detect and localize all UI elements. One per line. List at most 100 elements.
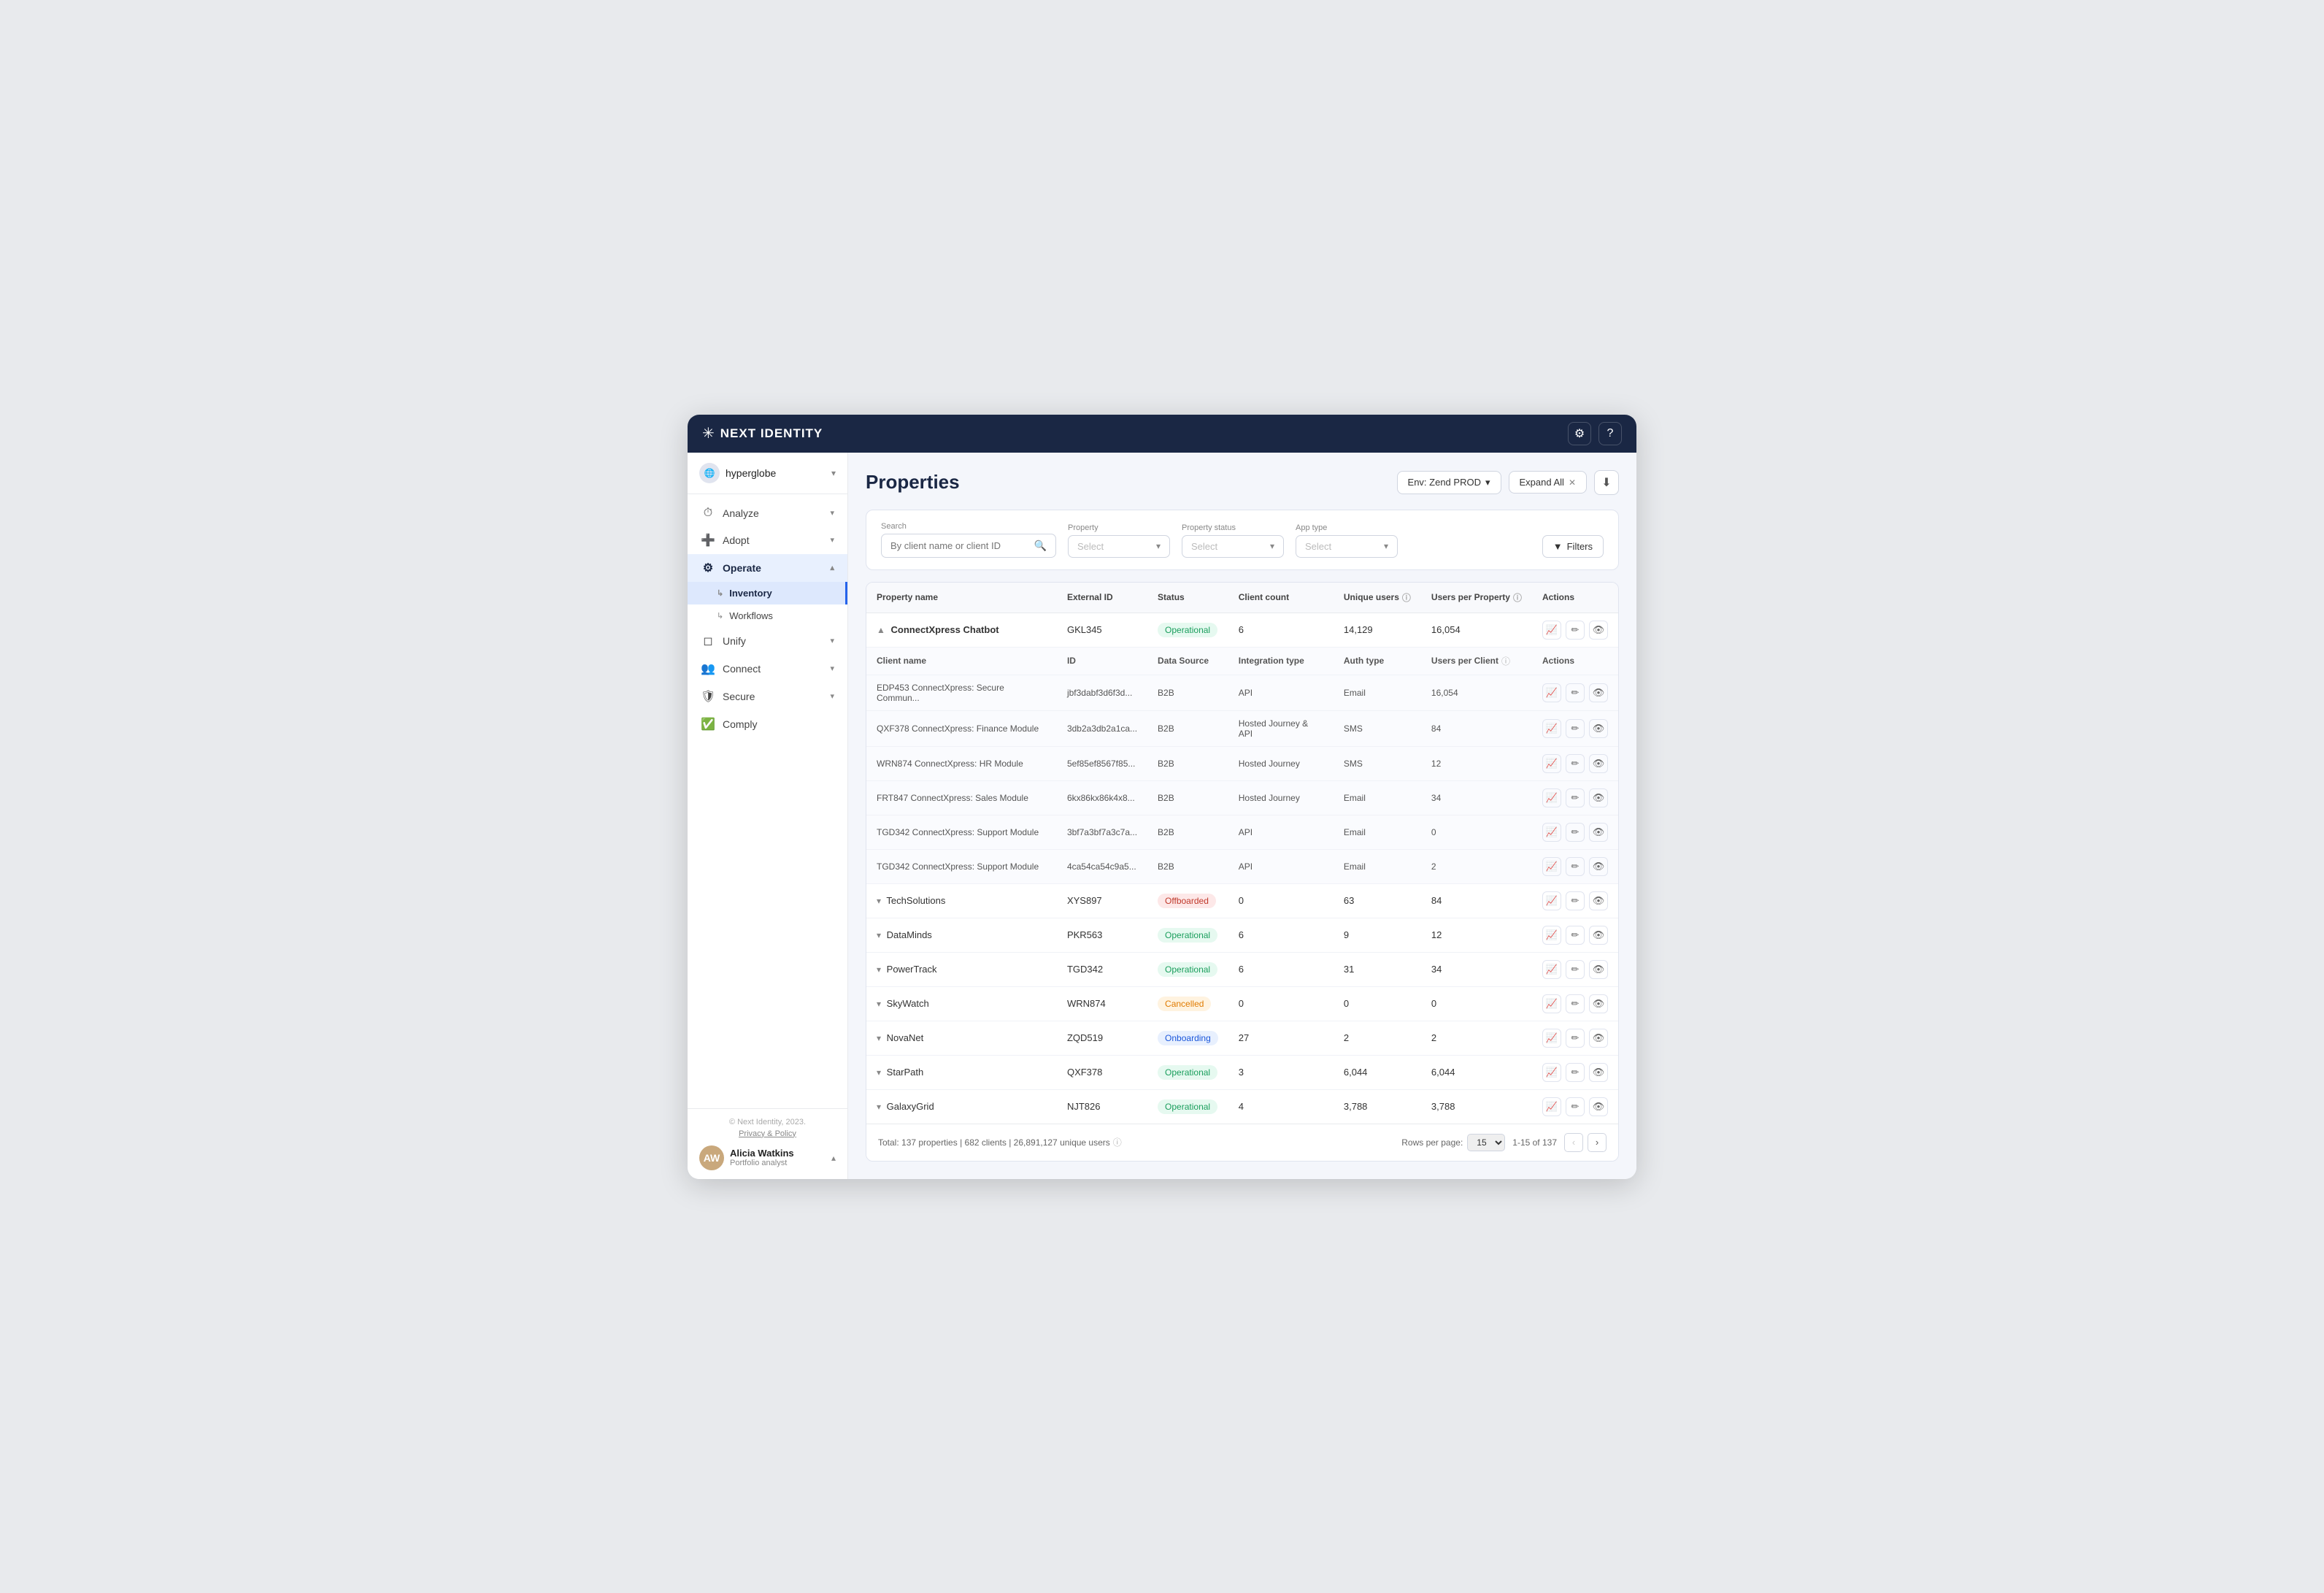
sidebar-item-connect[interactable]: 👥 Connect ▾ [688, 655, 847, 683]
expand-icon[interactable]: ▾ [877, 964, 881, 975]
chart-action-icon[interactable]: 📈 [1542, 754, 1561, 773]
property-name-cell: ▾ PowerTrack [866, 952, 1057, 986]
totals-info-icon[interactable]: ⓘ [1113, 1136, 1122, 1148]
sidebar-item-comply[interactable]: ✅ Comply [688, 710, 847, 738]
expand-all-button[interactable]: Expand All ✕ [1509, 471, 1588, 494]
sidebar-item-workflows[interactable]: ↳ Workflows [688, 604, 847, 627]
integration-type-cell: API [1228, 675, 1334, 710]
collapse-icon[interactable]: ▲ [877, 625, 885, 635]
edit-action-icon[interactable]: ✏ [1566, 857, 1585, 876]
sub-arrow-icon: ↳ [717, 611, 723, 621]
search-input[interactable] [890, 540, 1028, 551]
edit-action-icon[interactable]: ✏ [1566, 1063, 1585, 1082]
property-name-cell: ▲ ConnectXpress Chatbot [866, 613, 1057, 647]
view-action-icon[interactable]: 👁 [1589, 823, 1608, 842]
expand-icon[interactable]: ▾ [877, 896, 881, 906]
chart-action-icon[interactable]: 📈 [1542, 891, 1561, 910]
chart-action-icon[interactable]: 📈 [1542, 1029, 1561, 1048]
edit-action-icon[interactable]: ✏ [1566, 926, 1585, 945]
chart-action-icon[interactable]: 📈 [1542, 621, 1561, 640]
privacy-link[interactable]: Privacy & Policy [699, 1129, 836, 1138]
edit-action-icon[interactable]: ✏ [1566, 788, 1585, 807]
edit-action-icon[interactable]: ✏ [1566, 719, 1585, 738]
filters-bar: Search 🔍 Property Select ▾ [866, 510, 1619, 570]
sub-header-row: Client name ID Data Source Integration t… [866, 647, 1618, 675]
unique-users-info-icon[interactable]: ⓘ [1402, 591, 1411, 604]
expand-icon[interactable]: ▾ [877, 1033, 881, 1043]
users-per-property-info-icon[interactable]: ⓘ [1513, 591, 1522, 604]
search-input-wrap[interactable]: 🔍 [881, 534, 1056, 558]
sidebar-item-inventory[interactable]: ↳ Inventory [688, 582, 847, 604]
expand-icon[interactable]: ▾ [877, 930, 881, 940]
expand-icon[interactable]: ▾ [877, 999, 881, 1009]
titlebar-icons: ⚙ ? [1568, 422, 1622, 445]
chart-action-icon[interactable]: 📈 [1542, 1063, 1561, 1082]
chart-action-icon[interactable]: 📈 [1542, 1097, 1561, 1116]
prev-page-button[interactable]: ‹ [1564, 1133, 1583, 1152]
property-name-cell: ▾ SkyWatch [866, 986, 1057, 1021]
edit-action-icon[interactable]: ✏ [1566, 994, 1585, 1013]
expand-icon[interactable]: ▾ [877, 1067, 881, 1078]
chart-action-icon[interactable]: 📈 [1542, 823, 1561, 842]
sidebar-item-operate[interactable]: ⚙ Operate ▴ [688, 554, 847, 582]
settings-button[interactable]: ⚙ [1568, 422, 1591, 445]
sidebar-item-adopt[interactable]: ➕ Adopt ▾ [688, 526, 847, 554]
th-users-per-property: Users per Property ⓘ [1421, 583, 1532, 613]
edit-action-icon[interactable]: ✏ [1566, 1097, 1585, 1116]
help-button[interactable]: ? [1598, 422, 1622, 445]
chart-action-icon[interactable]: 📈 [1542, 788, 1561, 807]
connect-icon: 👥 [701, 661, 715, 676]
sidebar-item-analyze[interactable]: ⏱ Analyze ▾ [688, 500, 847, 526]
view-action-icon[interactable]: 👁 [1589, 754, 1608, 773]
edit-action-icon[interactable]: ✏ [1566, 621, 1585, 640]
list-item: QXF378 ConnectXpress: Finance Module 3db… [866, 710, 1618, 746]
edit-action-icon[interactable]: ✏ [1566, 683, 1585, 702]
sidebar-item-secure[interactable]: 🛡 Secure ▾ [688, 683, 847, 710]
status-badge: Operational [1158, 1065, 1217, 1080]
expand-icon[interactable]: ▾ [877, 1102, 881, 1112]
edit-action-icon[interactable]: ✏ [1566, 823, 1585, 842]
view-action-icon[interactable]: 👁 [1589, 719, 1608, 738]
chart-action-icon[interactable]: 📈 [1542, 719, 1561, 738]
external-id-cell: GKL345 [1057, 613, 1147, 647]
view-action-icon[interactable]: 👁 [1589, 621, 1608, 640]
download-button[interactable]: ⬇ [1594, 470, 1619, 495]
org-selector[interactable]: 🌐 hyperglobe ▾ [688, 453, 847, 494]
view-action-icon[interactable]: 👁 [1589, 960, 1608, 979]
view-action-icon[interactable]: 👁 [1589, 926, 1608, 945]
chart-action-icon[interactable]: 📈 [1542, 926, 1561, 945]
chart-action-icon[interactable]: 📈 [1542, 683, 1561, 702]
view-action-icon[interactable]: 👁 [1589, 1097, 1608, 1116]
org-name: hyperglobe [726, 467, 826, 479]
app-type-select[interactable]: Select ▾ [1296, 535, 1398, 558]
edit-action-icon[interactable]: ✏ [1566, 960, 1585, 979]
user-profile[interactable]: AW Alicia Watkins Portfolio analyst ▴ [699, 1145, 836, 1170]
chart-action-icon[interactable]: 📈 [1542, 994, 1561, 1013]
next-page-button[interactable]: › [1588, 1133, 1607, 1152]
totals-text: Total: 137 properties | 682 clients | 26… [878, 1137, 1110, 1148]
client-id-cell: 3bf7a3bf7a3c7a... [1057, 815, 1147, 849]
edit-action-icon[interactable]: ✏ [1566, 1029, 1585, 1048]
env-button[interactable]: Env: Zend PROD ▾ [1397, 471, 1501, 494]
view-action-icon[interactable]: 👁 [1589, 1063, 1608, 1082]
view-action-icon[interactable]: 👁 [1589, 683, 1608, 702]
table-row: ▾ TechSolutions XYS897 Offboarded 0 63 8… [866, 883, 1618, 918]
chart-action-icon[interactable]: 📈 [1542, 857, 1561, 876]
property-select[interactable]: Select ▾ [1068, 535, 1170, 558]
rows-per-page-select[interactable]: 15 25 50 [1467, 1134, 1505, 1151]
view-action-icon[interactable]: 👁 [1589, 1029, 1608, 1048]
users-per-client-info-icon[interactable]: ⓘ [1501, 655, 1510, 667]
view-action-icon[interactable]: 👁 [1589, 994, 1608, 1013]
edit-action-icon[interactable]: ✏ [1566, 891, 1585, 910]
view-action-icon[interactable]: 👁 [1589, 891, 1608, 910]
data-source-cell: B2B [1147, 746, 1228, 780]
client-id-cell: 5ef85ef8567f85... [1057, 746, 1147, 780]
more-filters-button[interactable]: ▼ Filters [1542, 535, 1604, 558]
sidebar-item-unify[interactable]: ◻ Unify ▾ [688, 627, 847, 655]
client-name-cell: FRT847 ConnectXpress: Sales Module [866, 780, 1057, 815]
status-select[interactable]: Select ▾ [1182, 535, 1284, 558]
chart-action-icon[interactable]: 📈 [1542, 960, 1561, 979]
edit-action-icon[interactable]: ✏ [1566, 754, 1585, 773]
view-action-icon[interactable]: 👁 [1589, 788, 1608, 807]
view-action-icon[interactable]: 👁 [1589, 857, 1608, 876]
